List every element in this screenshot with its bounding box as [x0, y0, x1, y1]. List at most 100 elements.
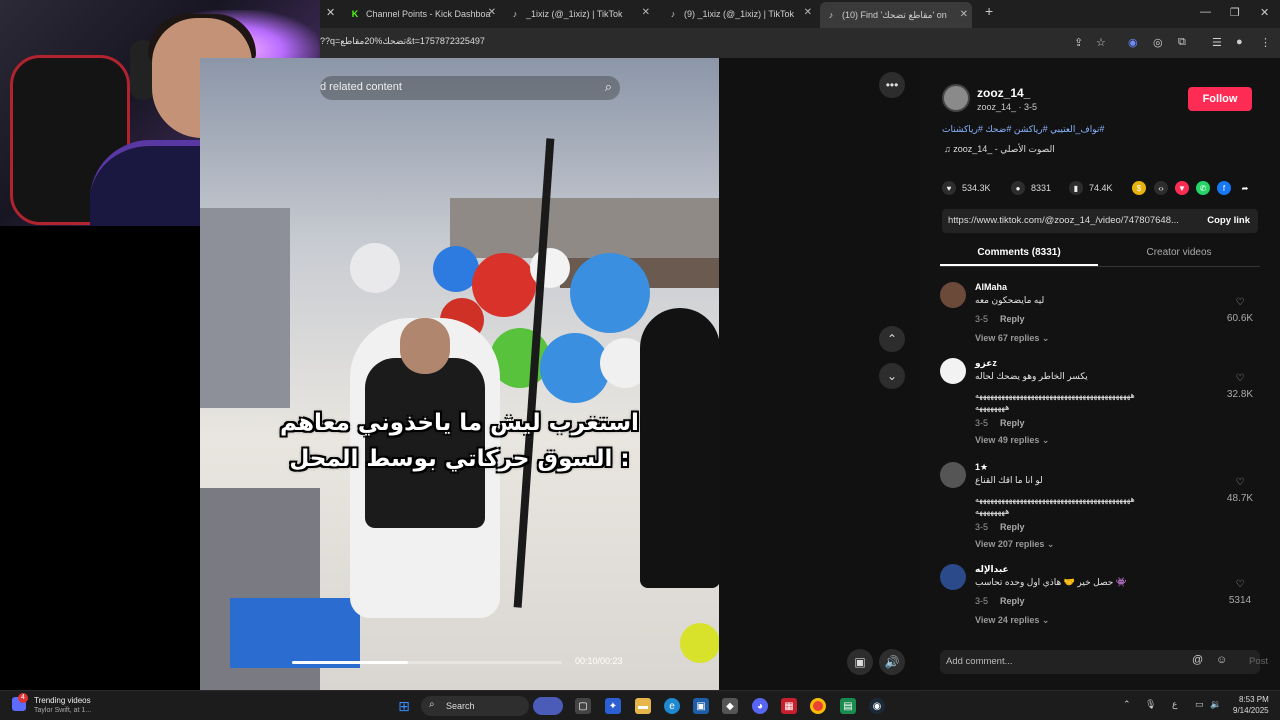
- comment-item: عبدالإله حصل خير 🤝 هاذي اول وحده تحاسب 👾…: [940, 564, 1260, 630]
- chevron-down-icon: ⌄: [1041, 615, 1050, 625]
- profile-avatar-icon[interactable]: ●: [1236, 36, 1243, 48]
- related-search-bar[interactable]: d related content ⌕: [320, 76, 620, 100]
- view-replies-button[interactable]: View 49 replies ⌄: [975, 435, 1049, 446]
- avatar[interactable]: [940, 462, 966, 488]
- store-icon[interactable]: ▣: [693, 698, 709, 714]
- network-icon[interactable]: ▭: [1195, 699, 1204, 710]
- tab-kick-dashboard[interactable]: K Channel Points - Kick Dashboa ✕: [350, 4, 496, 24]
- previous-video-chevron-up-icon[interactable]: ⌃: [879, 326, 905, 352]
- volume-icon[interactable]: 🔊: [879, 649, 905, 675]
- install-icon[interactable]: ⇪: [1074, 36, 1083, 49]
- post-hashtags[interactable]: #نواف_العتيبي #رياكشن #ضحك #رياكشنات: [942, 124, 1104, 135]
- extensions-puzzle-icon[interactable]: ⧉: [1178, 36, 1186, 49]
- avatar[interactable]: [940, 564, 966, 590]
- reading-list-icon[interactable]: ☰: [1212, 36, 1222, 49]
- tab-tiktok-search[interactable]: ♪ (10) Find 'مقاطع تضحك' on ✕: [820, 2, 972, 28]
- post-sound[interactable]: ♫ zooz_14_ - الصوت الأصلي: [944, 144, 1055, 155]
- avatar[interactable]: [940, 358, 966, 384]
- minimize-icon[interactable]: —: [1200, 6, 1211, 18]
- comment-like-count: 60.6K: [1226, 313, 1254, 324]
- comment-like-icon[interactable]: ♡: [1220, 373, 1260, 384]
- more-options-icon[interactable]: •••: [879, 72, 905, 98]
- follow-button[interactable]: Follow: [1188, 87, 1252, 111]
- reply-button[interactable]: Reply: [1000, 522, 1025, 532]
- address-bar[interactable]: ??q=تضحك%20مقاطع&t=1757872325497 ⇪ ☆ ◉ ◎…: [320, 28, 1280, 58]
- discord-icon[interactable]: ◕: [752, 698, 768, 714]
- share-arrow-icon[interactable]: ➦: [1238, 181, 1252, 195]
- whatsapp-icon[interactable]: ✆: [1196, 181, 1210, 195]
- search-icon[interactable]: ⌕: [605, 79, 612, 95]
- new-tab-icon[interactable]: +: [985, 3, 993, 19]
- chevron-down-icon: ⌄: [1046, 539, 1055, 549]
- clock-date[interactable]: 9/14/2025: [1233, 706, 1269, 715]
- clock-time[interactable]: 8:53 PM: [1239, 695, 1269, 704]
- mini-player-icon[interactable]: ▣: [847, 649, 873, 675]
- tab-tiktok-1[interactable]: ♪ _1ixiz (@_1ixiz) | TikTok ✕: [510, 4, 650, 24]
- app-icon-red[interactable]: ▦: [781, 698, 797, 714]
- reply-button[interactable]: Reply: [1000, 418, 1025, 428]
- steam-icon[interactable]: ◉: [869, 698, 885, 714]
- app-icon[interactable]: ◆: [722, 698, 738, 714]
- tab-close-icon[interactable]: ✕: [488, 7, 496, 18]
- app-icon-green[interactable]: ▤: [840, 698, 856, 714]
- view-replies-button[interactable]: View 24 replies ⌄: [975, 615, 1049, 626]
- tab-close-icon[interactable]: ✕: [804, 7, 812, 18]
- save-stat[interactable]: ▮ 74.4K: [1069, 181, 1113, 195]
- tab-close-icon[interactable]: ✕: [960, 9, 968, 20]
- avatar[interactable]: [940, 282, 966, 308]
- menu-kebab-icon[interactable]: ⋮: [1260, 36, 1271, 49]
- embed-icon[interactable]: ‹›: [1154, 181, 1168, 195]
- view-replies-button[interactable]: View 67 replies ⌄: [975, 333, 1049, 344]
- chrome-icon[interactable]: [810, 698, 826, 714]
- comment-like-icon[interactable]: ♡: [1220, 579, 1260, 590]
- coin-icon[interactable]: $: [1132, 181, 1146, 195]
- incognito-icon[interactable]: ◎: [1153, 36, 1163, 49]
- language-indicator[interactable]: ع: [1172, 699, 1177, 710]
- copilot-icon[interactable]: ✦: [605, 698, 621, 714]
- facebook-icon[interactable]: f: [1217, 181, 1231, 195]
- speaker-icon[interactable]: 🔉: [1210, 699, 1221, 710]
- widget-subtitle: Taylor Swift, at 1...: [34, 707, 92, 714]
- file-explorer-icon[interactable]: ▬: [635, 698, 651, 714]
- tab-comments[interactable]: Comments (8331): [940, 247, 1098, 258]
- edge-icon[interactable]: e: [664, 698, 680, 714]
- copy-link-button[interactable]: Copy link: [1207, 215, 1250, 226]
- video-time: 00:10/00:23: [575, 656, 623, 666]
- emoji-icon[interactable]: ☺: [1216, 654, 1227, 666]
- next-video-chevron-down-icon[interactable]: ⌄: [879, 363, 905, 389]
- add-comment-input[interactable]: Add comment... @ ☺: [940, 650, 1260, 674]
- creator-avatar[interactable]: [942, 84, 970, 112]
- video-player[interactable]: d related content ⌕ استغرب ليش ما ياخذون…: [200, 58, 719, 690]
- comment-like-icon[interactable]: ♡: [1220, 297, 1260, 308]
- comment-like-icon[interactable]: ♡: [1220, 477, 1260, 488]
- reply-button[interactable]: Reply: [1000, 596, 1025, 606]
- task-view-icon[interactable]: ▢: [575, 698, 591, 714]
- tab-tiktok-2[interactable]: ♪ (9) _1ixiz (@_1ixiz) | TikTok ✕: [668, 4, 812, 24]
- creator-username[interactable]: zooz_14_: [977, 86, 1030, 100]
- close-tab-icon[interactable]: ✕: [326, 6, 335, 19]
- related-search-text: d related content: [320, 81, 402, 93]
- video-caption-line2: السوق حركاتي بوسط المحل :: [289, 446, 630, 472]
- widget-title[interactable]: Trending videos: [34, 696, 91, 705]
- view-replies-button[interactable]: View 207 replies ⌄: [975, 539, 1054, 550]
- tab-creator-videos[interactable]: Creator videos: [1100, 247, 1258, 258]
- send-icon[interactable]: ▼: [1175, 181, 1189, 195]
- bookmark-star-icon[interactable]: ☆: [1096, 36, 1106, 49]
- tray-chevron-up-icon[interactable]: ⌃: [1123, 699, 1131, 710]
- like-stat[interactable]: ♥ 534.3K: [942, 181, 991, 195]
- post-comment-button[interactable]: Post: [1249, 656, 1268, 667]
- share-link-url[interactable]: https://www.tiktok.com/@zooz_14_/video/7…: [948, 215, 1184, 226]
- comment-like-count: 5314: [1228, 595, 1252, 606]
- taskbar-search[interactable]: ⌕ Search: [421, 696, 563, 716]
- extension-icon[interactable]: ◉: [1128, 36, 1138, 49]
- comment-stat[interactable]: ● 8331: [1011, 181, 1051, 195]
- microphone-icon[interactable]: 🎙: [1145, 699, 1156, 710]
- mention-icon[interactable]: @: [1192, 654, 1203, 666]
- reply-button[interactable]: Reply: [1000, 314, 1025, 324]
- windows-start-icon[interactable]: ⊞: [396, 698, 412, 714]
- url-text[interactable]: ??q=تضحك%20مقاطع&t=1757872325497: [320, 36, 485, 47]
- maximize-icon[interactable]: ❐: [1230, 6, 1240, 19]
- tab-close-icon[interactable]: ✕: [642, 7, 650, 18]
- video-progress-bar[interactable]: [292, 661, 562, 664]
- window-close-icon[interactable]: ✕: [1260, 6, 1269, 19]
